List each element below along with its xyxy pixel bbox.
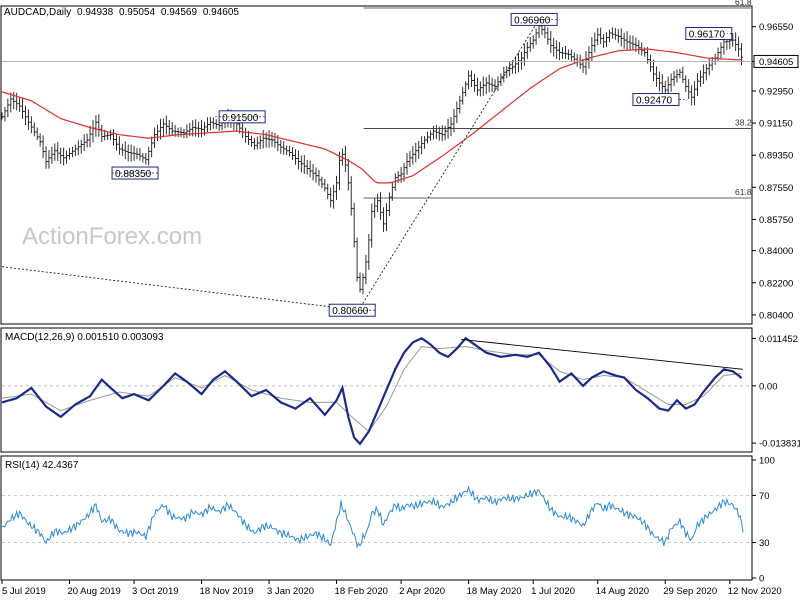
- x-tick-label: 14 Aug 2020: [596, 586, 649, 597]
- rsi-tick-label: 100: [759, 456, 775, 467]
- x-axis: 5 Jul 2019 20 Aug 2019 3 Oct 2019 18 Nov 20…: [1, 580, 782, 597]
- x-tick-label: 18 Nov 2019: [200, 586, 254, 597]
- price-trendline: [358, 19, 540, 311]
- chart-canvas: ActionForex.com AUDCAD,Daily 0.94938 0.9…: [0, 0, 800, 597]
- x-tick-label: 2 Apr 2020: [399, 586, 445, 597]
- x-tick-label: 18 Feb 2020: [335, 586, 388, 597]
- macd-tick-label: 0.011452: [759, 334, 798, 345]
- x-tick-label: 1 Jul 2020: [531, 586, 575, 597]
- macd-tick-label: -0.013831: [759, 439, 800, 450]
- price-annotation-label: 0.96960: [514, 15, 551, 26]
- fib-label: 38.2: [735, 117, 752, 127]
- x-tick-label: 5 Jul 2019: [2, 586, 46, 597]
- price-annotation-label: 0.92470: [636, 96, 673, 107]
- price-annotation-label: 0.80660: [332, 306, 369, 317]
- x-tick-label: 18 May 2020: [467, 586, 522, 597]
- price-tick-label: 0.85750: [759, 215, 793, 226]
- symbol-label: AUDCAD,Daily: [4, 7, 71, 18]
- fib-label: 61.8: [735, 0, 752, 7]
- open-value: 0.94938: [77, 7, 114, 18]
- x-tick-label: 3 Jan 2020: [267, 586, 314, 597]
- moving-average-line: [1, 48, 742, 184]
- watermark: ActionForex.com: [22, 223, 202, 250]
- rsi-line: [1, 485, 744, 549]
- close-value: 0.94605: [203, 7, 240, 18]
- rsi-tick-label: 70: [759, 491, 770, 502]
- price-trendline: [1, 266, 359, 311]
- macd-panel: 0.011452 0.00 -0.013831: [1, 334, 800, 450]
- price-tick-label: 0.80400: [759, 310, 793, 321]
- price-tick-label: 0.87550: [759, 183, 793, 194]
- price-trendlines: [1, 19, 540, 311]
- price-annotations: 0.88350 0.91500 0.80660 0.96960 0.92470 0.961…: [111, 12, 733, 317]
- macd-title: MACD(12,26,9) 0.001510 0.003093: [5, 332, 164, 343]
- current-price-label: 0.94605: [759, 57, 793, 68]
- price-tick-label: 0.84000: [759, 246, 793, 257]
- chart-header: AUDCAD,Daily 0.94938 0.95054 0.94569 0.9…: [4, 7, 239, 18]
- rsi-title: RSI(14) 42.4367: [5, 460, 79, 471]
- x-tick-label: 20 Aug 2019: [67, 586, 120, 597]
- macd-trendline: [461, 339, 744, 370]
- macd-tick-label: 0.00: [759, 381, 778, 392]
- price-tick-label: 0.92950: [759, 86, 793, 97]
- x-tick-label: 3 Oct 2019: [132, 586, 178, 597]
- price-panel-frame: [0, 5, 753, 325]
- high-value: 0.95054: [119, 7, 156, 18]
- price-moving-average: [1, 48, 742, 184]
- rsi-tick-label: 0: [759, 574, 764, 585]
- fib-label: 61.8: [735, 187, 752, 197]
- price-annotation-label: 0.88350: [115, 169, 152, 180]
- low-value: 0.94569: [161, 7, 198, 18]
- rsi-panel-frame: [0, 455, 753, 581]
- price-tick-label: 0.91150: [759, 119, 793, 130]
- x-tick-label: 29 Sep 2020: [663, 586, 717, 597]
- price-bars: [0, 20, 744, 295]
- chart-window: ActionForex.com AUDCAD,Daily 0.94938 0.9…: [0, 0, 800, 600]
- price-tick-label: 0.82200: [759, 278, 793, 289]
- rsi-panel: 100 70 30 0: [1, 456, 775, 585]
- price-annotation-label: 0.91500: [222, 113, 259, 124]
- price-annotation-label: 0.96170: [689, 30, 726, 41]
- x-tick-label: 12 Nov 2020: [728, 586, 782, 597]
- price-tick-label: 0.96550: [759, 22, 793, 33]
- rsi-tick-label: 30: [759, 538, 770, 549]
- price-tick-label: 0.89350: [759, 151, 793, 162]
